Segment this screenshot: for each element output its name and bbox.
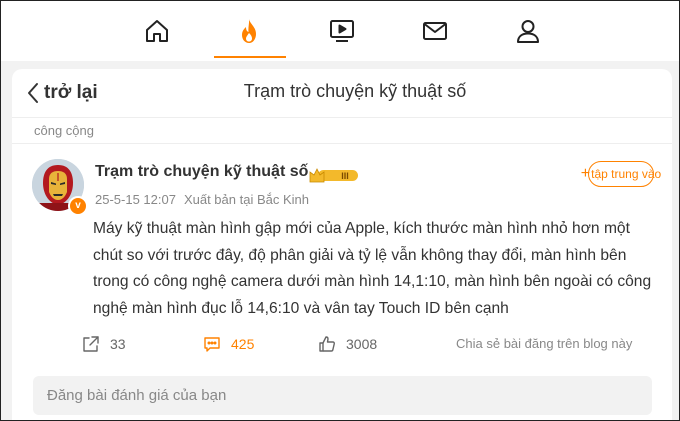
share-icon [83, 336, 99, 352]
plus-icon: + [580, 165, 591, 182]
section-label: công cộng [34, 123, 94, 138]
post-date: 25-5-15 12:07 [95, 192, 176, 207]
app-frame: trở lại Trạm trò chuyện kỹ thuật số công… [0, 0, 680, 421]
nav-home[interactable] [122, 1, 192, 61]
top-nav [1, 1, 679, 61]
post-body: Máy kỹ thuật màn hình gập mới của Apple,… [93, 220, 652, 317]
follow-button[interactable]: + tập trung vào [581, 161, 661, 187]
nav-mail[interactable] [400, 1, 470, 61]
nav-active-indicator [214, 56, 286, 58]
page-title: Trạm trò chuyện kỹ thuật số [243, 81, 467, 101]
post-card: trở lại Trạm trò chuyện kỹ thuật số công… [12, 69, 672, 420]
vip-crown-icon: III [309, 168, 358, 183]
thumbs-up-icon [319, 336, 335, 352]
profile-icon [517, 20, 539, 43]
vip-badge-label: III [341, 171, 349, 181]
divider [12, 143, 672, 144]
page-header: trở lại Trạm trò chuyện kỹ thuật số [12, 69, 672, 118]
comment-button[interactable]: 425 [203, 331, 254, 357]
nav-hot[interactable] [214, 1, 284, 61]
follow-label: tập trung vào [591, 167, 662, 181]
post-source: Xuất bản tại Bắc Kinh [183, 192, 309, 207]
author-name[interactable]: Trạm trò chuyện kỹ thuật số [95, 163, 308, 181]
verified-badge: v [68, 196, 88, 216]
like-count: 3008 [346, 336, 378, 352]
repost-count: 33 [110, 336, 126, 352]
comment-input[interactable] [33, 376, 652, 415]
comment-icon [204, 337, 220, 352]
like-button[interactable]: 3008 [318, 331, 377, 357]
nav-profile[interactable] [493, 1, 563, 61]
repost-button[interactable]: 33 [82, 331, 126, 357]
comment-count: 425 [231, 336, 255, 352]
nav-video[interactable] [307, 1, 377, 61]
home-icon [146, 20, 168, 42]
hot-icon [242, 19, 256, 43]
mail-icon [423, 22, 447, 40]
share-to-blog-link[interactable]: Chia sẻ bài đăng trên blog này [456, 336, 632, 351]
post-meta: 25-5-15 12:07 Xuất bản tại Bắc Kinh [95, 192, 317, 207]
video-icon [330, 20, 354, 42]
